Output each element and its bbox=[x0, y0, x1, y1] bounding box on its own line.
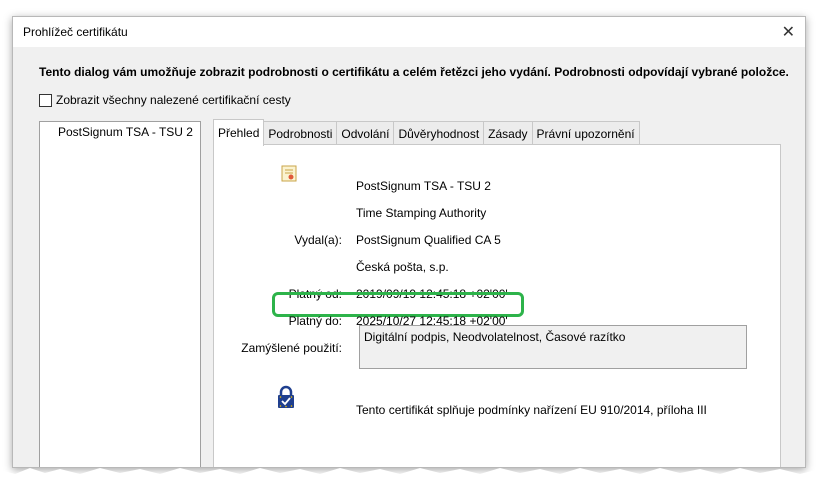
torn-edge-decoration bbox=[0, 468, 820, 486]
tab-revocation[interactable]: Odvolání bbox=[336, 121, 395, 145]
tab-details[interactable]: Podrobnosti bbox=[263, 121, 338, 145]
dialog-description: Tento dialog vám umožňuje zobrazit podro… bbox=[39, 65, 789, 79]
show-all-paths-checkbox[interactable] bbox=[39, 93, 52, 107]
certificate-viewer-window: Prohlížeč certifikátu ✕ Tento dialog vám… bbox=[12, 16, 806, 468]
eu-compliance-note: Tento certifikát splňuje podmínky naříze… bbox=[356, 403, 707, 417]
certificate-chain-tree: PostSignum TSA - TSU 2 bbox=[39, 121, 201, 467]
tree-item-tsu2[interactable]: PostSignum TSA - TSU 2 bbox=[58, 125, 193, 139]
title-bar: Prohlížeč certifikátu ✕ bbox=[13, 17, 805, 47]
tab-policies[interactable]: Zásady bbox=[483, 121, 533, 145]
issuer-name: PostSignum Qualified CA 5 bbox=[356, 233, 501, 247]
tab-bar: Přehled Podrobnosti Odvolání Důvěryhodno… bbox=[213, 119, 640, 146]
intended-use-box: Digitální podpis, Neodvolatelnost, Časov… bbox=[359, 325, 747, 369]
intended-use-value: Digitální podpis, Neodvolatelnost, Časov… bbox=[364, 330, 626, 344]
certificate-icon bbox=[281, 165, 297, 182]
subject-name: PostSignum TSA - TSU 2 bbox=[356, 179, 491, 193]
tab-legal-notice[interactable]: Právní upozornění bbox=[531, 121, 640, 145]
eu-trust-lock-icon bbox=[278, 385, 294, 408]
issuer-organization: Česká pošta, s.p. bbox=[356, 260, 449, 274]
overview-panel: PostSignum TSA - TSU 2 Time Stamping Aut… bbox=[213, 144, 781, 467]
close-icon[interactable]: ✕ bbox=[782, 22, 795, 42]
valid-to-label: Platný do: bbox=[288, 314, 342, 328]
issued-by-label: Vydal(a): bbox=[294, 233, 342, 247]
intended-use-label: Zamýšlené použití: bbox=[241, 341, 342, 355]
tab-trust[interactable]: Důvěryhodnost bbox=[393, 121, 485, 145]
tab-overview[interactable]: Přehled bbox=[213, 119, 265, 146]
show-all-paths-checkbox-row[interactable]: Zobrazit všechny nalezené certifikační c… bbox=[39, 93, 291, 107]
window-title: Prohlížeč certifikátu bbox=[23, 25, 128, 39]
show-all-paths-label[interactable]: Zobrazit všechny nalezené certifikační c… bbox=[56, 93, 291, 107]
subject-organization: Time Stamping Authority bbox=[356, 206, 487, 220]
